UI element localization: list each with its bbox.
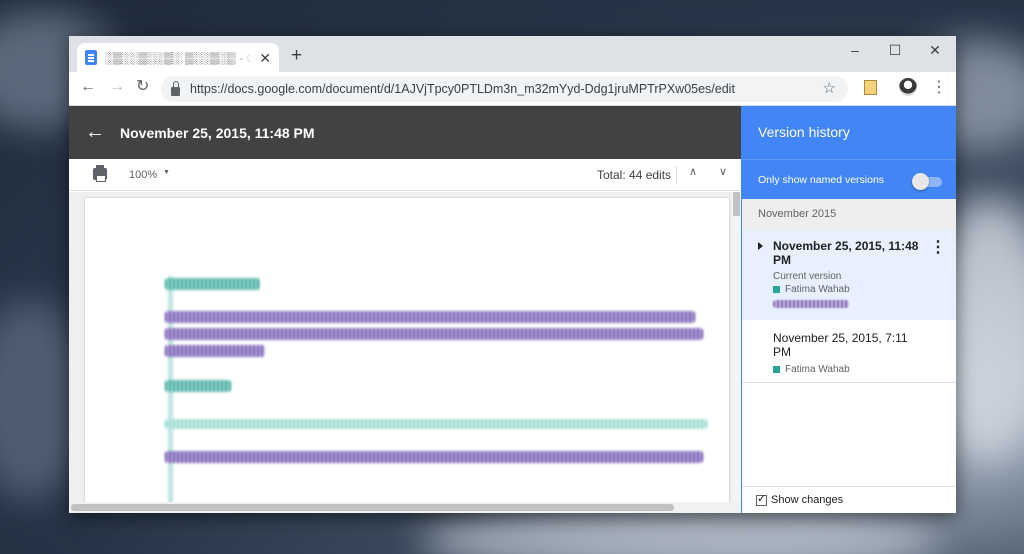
document-toolbar: 100% ▼ Total: 44 edits ∧ ∨	[69, 159, 741, 191]
zoom-select[interactable]: 100%	[129, 169, 157, 181]
tab-close-icon[interactable]: ✕	[259, 51, 271, 65]
version-date: November 25, 2015, 7:11 PM	[773, 331, 908, 359]
named-versions-option: Only show named versions	[742, 159, 956, 199]
maximize-button[interactable]: ☐	[885, 42, 905, 59]
version-title: November 25, 2015, 11:48 PM	[120, 124, 315, 141]
browser-menu-icon[interactable]: ⋮	[931, 77, 947, 97]
zoom-dropdown-icon[interactable]: ▼	[163, 169, 170, 176]
extension-icon[interactable]	[864, 80, 877, 95]
document-page	[85, 198, 729, 508]
current-version-label: Current version	[773, 271, 842, 282]
new-tab-button[interactable]: +	[291, 46, 302, 65]
next-edit-icon[interactable]: ∨	[719, 165, 727, 178]
month-group-header: November 2015	[742, 199, 956, 229]
expand-triangle-icon[interactable]	[758, 242, 763, 250]
bookmark-star-icon[interactable]: ☆	[823, 79, 836, 97]
show-changes-option[interactable]: Show changes	[742, 486, 956, 513]
version-item[interactable]: November 25, 2015, 7:11 PM Fatima Wahab	[742, 320, 956, 383]
obscured-paragraph-line	[165, 419, 707, 429]
version-more-icon[interactable]: ⋮	[930, 237, 946, 257]
browser-tab[interactable]: ░▒░░▒░░▒░ ▒░░▒░▒ - Goo ✕	[77, 43, 279, 72]
address-bar[interactable]: https://docs.google.com/document/d/1AJVj…	[161, 76, 848, 102]
profile-avatar[interactable]	[899, 78, 917, 96]
toolbar-divider	[676, 166, 677, 184]
obscured-heading	[165, 380, 231, 392]
previous-edit-icon[interactable]: ∧	[689, 165, 697, 178]
version-author: Fatima Wahab	[773, 284, 850, 295]
version-author: Fatima Wahab	[773, 364, 850, 375]
google-docs-icon	[85, 50, 97, 65]
reload-icon[interactable]: ↻	[136, 79, 149, 95]
minimize-button[interactable]: –	[845, 42, 865, 58]
obscured-paragraph-line	[165, 345, 265, 357]
back-icon[interactable]: ←	[80, 79, 96, 95]
show-changes-label: Show changes	[771, 494, 844, 506]
browser-window: ░▒░░▒░░▒░ ▒░░▒░▒ - Goo ✕ + – ☐ ✕ ← → ↻ h…	[69, 36, 956, 513]
horizontal-scroll-thumb[interactable]	[71, 504, 674, 511]
browser-toolbar: ← → ↻ https://docs.google.com/document/d…	[69, 72, 956, 106]
version-header: ← November 25, 2015, 11:48 PM	[69, 106, 741, 159]
author-color-swatch	[773, 286, 780, 293]
version-history-panel: Version history Only show named versions…	[741, 106, 956, 513]
window-close-button[interactable]: ✕	[925, 42, 945, 59]
author-name: Fatima Wahab	[785, 364, 850, 375]
forward-icon[interactable]: →	[109, 79, 125, 95]
obscured-heading	[165, 278, 260, 290]
author-name: Fatima Wahab	[785, 284, 850, 295]
named-versions-label: Only show named versions	[758, 174, 885, 186]
obscured-paragraph-line	[165, 328, 703, 340]
panel-title: Version history	[742, 106, 956, 159]
obscured-paragraph-line	[165, 311, 695, 323]
url-text: https://docs.google.com/document/d/1AJVj…	[190, 82, 735, 96]
version-item-current[interactable]: November 25, 2015, 11:48 PM ⋮ Current ve…	[742, 229, 956, 320]
back-to-document-icon[interactable]: ←	[85, 121, 105, 144]
lock-icon	[171, 80, 180, 96]
version-date: November 25, 2015, 11:48 PM	[773, 239, 919, 267]
author-color-swatch	[773, 366, 780, 373]
total-edits: Total: 44 edits	[597, 168, 672, 182]
title-bar: ░▒░░▒░░▒░ ▒░░▒░▒ - Goo ✕ + – ☐ ✕	[69, 36, 956, 72]
toggle-knob[interactable]	[912, 173, 929, 190]
vertical-scroll-thumb[interactable]	[733, 192, 740, 216]
show-changes-checkbox[interactable]	[756, 492, 767, 506]
obscured-author-detail	[773, 300, 849, 308]
document-vertical-scrollbar[interactable]	[732, 192, 741, 502]
obscured-paragraph-line	[165, 451, 703, 463]
document-canvas	[69, 192, 741, 508]
print-icon[interactable]	[93, 165, 107, 182]
tab-title: ░▒░░▒░░▒░ ▒░░▒░▒ - Goo	[105, 50, 253, 65]
